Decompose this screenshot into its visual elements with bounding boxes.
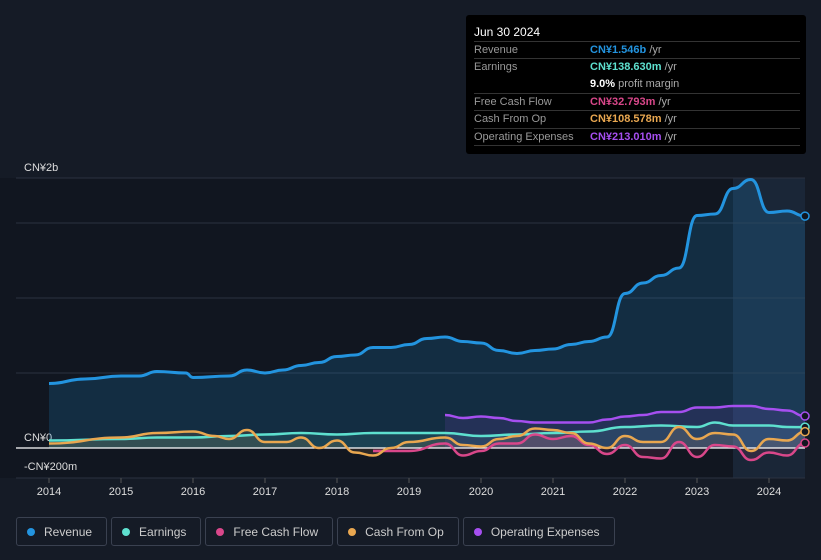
end-point-operating-expenses[interactable] [800,411,810,421]
tooltip-label: Free Cash Flow [474,95,552,108]
tooltip-value: CN¥138.630m /yr [590,61,677,74]
legend-item-operating-expenses[interactable]: Operating Expenses [462,517,615,546]
tooltip-label: Revenue [474,44,519,56]
x-tick-label: 2022 [613,486,637,498]
legend-item-free-cash-flow[interactable]: Free Cash Flow [205,517,334,546]
end-point-free-cash-flow[interactable] [800,438,810,448]
legend-item-cash-from-op[interactable]: Cash From Op [337,517,459,546]
tooltip-row: Earnings CN¥138.630m /yr [474,58,800,76]
legend-dot-icon [122,527,131,536]
tooltip-row: Operating Expenses CN¥213.010m /yr [474,127,800,146]
y-label-bottom: -CN¥200m [24,461,77,473]
tooltip-row: 9.0% profit margin [474,76,800,93]
y-label-top: CN¥2b [24,162,58,174]
tooltip-label: Operating Expenses [474,130,574,143]
legend-item-revenue[interactable]: Revenue [16,517,108,546]
legend-label: Free Cash Flow [233,524,319,539]
legend-label: Revenue [44,524,93,539]
tooltip-row: Cash From Op CN¥108.578m /yr [474,110,800,128]
legend-label: Operating Expenses [490,524,600,539]
x-tick-label: 2020 [469,486,493,498]
x-tick-label: 2023 [685,486,709,498]
tooltip-label: Earnings [474,61,518,74]
tooltip-row: Free Cash Flow CN¥32.793m /yr [474,92,800,111]
tooltip-date: Jun 30 2024 [474,25,541,39]
tooltip-value: CN¥32.793m /yr [590,95,671,108]
tooltip-row: Revenue CN¥1.546b /yr [474,41,800,59]
legend-item-earnings[interactable]: Earnings [111,517,202,546]
tooltip-label: Cash From Op [474,113,547,126]
legend-dot-icon [27,527,35,536]
tooltip-value: CN¥213.010m /yr [590,130,677,143]
x-tick-label: 2024 [757,486,781,498]
x-tick-label: 2021 [541,486,565,498]
x-tick-label: 2019 [397,486,421,498]
legend-label: Cash From Op [365,524,444,539]
tooltip-value: CN¥108.578m /yr [590,113,677,126]
legend-dot-icon [473,527,482,536]
x-tick-label: 2016 [181,486,205,498]
legend-dot-icon [348,527,357,536]
x-tick-label: 2017 [253,486,277,498]
tooltip-value: 9.0% profit margin [590,77,680,90]
y-label-zero: CN¥0 [24,432,52,444]
end-point-cash-from-op[interactable] [800,426,810,437]
x-tick-label: 2018 [325,486,349,498]
legend-dot-icon [216,527,225,536]
end-point-revenue[interactable] [800,211,810,221]
legend: Revenue Earnings Free Cash Flow Cash From O… [16,517,619,546]
x-tick-label: 2014 [37,486,61,498]
x-tick-label: 2015 [109,486,133,498]
legend-label: Earnings [139,524,187,539]
tooltip: Jun 30 2024 Revenue CN¥1.546b /yr Earnings… [466,15,806,154]
divider [474,144,800,163]
tooltip-value: CN¥1.546b /yr [590,44,662,56]
